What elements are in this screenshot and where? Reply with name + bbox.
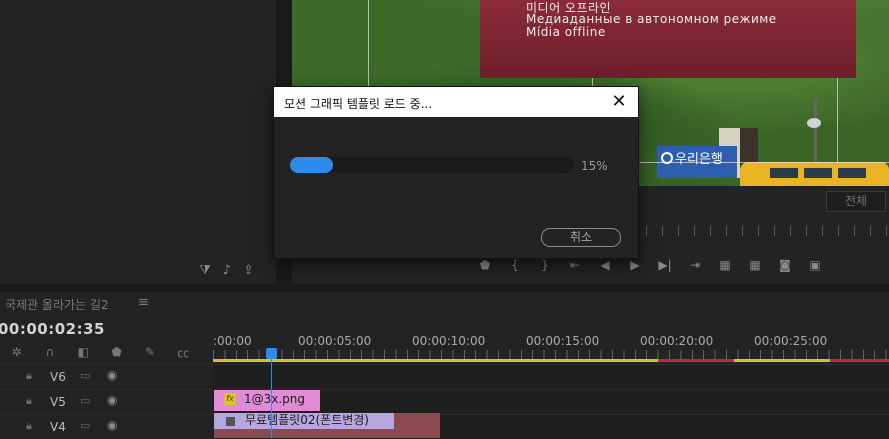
offline-text-pt: Mídia offline	[526, 25, 606, 39]
track-header: 🔒︎ V4 ▭ ◉	[0, 415, 212, 439]
marker-icon[interactable]: ⬟	[470, 258, 500, 272]
captions-icon[interactable]: ㏄	[167, 344, 200, 361]
export-icon[interactable]: ⇪	[243, 263, 254, 278]
track-lane[interactable]	[213, 365, 889, 389]
mark-out-icon[interactable]: }	[530, 258, 560, 272]
bank-sign-text: 우리은행	[675, 152, 723, 167]
mark-in-icon[interactable]: {	[500, 258, 530, 272]
clip-label: 무료템플릿02(폰트변경)	[245, 413, 369, 427]
nest-icon[interactable]: ✲	[0, 345, 33, 359]
track-name[interactable]: V6	[50, 370, 66, 384]
fit-select[interactable]: 전체	[826, 191, 886, 212]
project-panel-tools: ⧩ ♪ ⇪	[199, 263, 254, 278]
extract-icon[interactable]: ▦	[740, 258, 770, 272]
sync-lock-icon[interactable]: ▭	[80, 394, 90, 407]
ruler-label: 00:00:20:00	[640, 334, 714, 348]
dialog-titlebar: 모션 그래픽 템플릿 로드 중... ✕	[274, 87, 638, 117]
track-row-v5: 🔒︎ V5 ▭ ◉	[0, 389, 889, 414]
ruler-label: 00:00:10:00	[412, 334, 486, 348]
progress-fill	[290, 157, 333, 173]
filter-icon[interactable]: ⧩	[199, 263, 211, 278]
linked-selection-icon[interactable]: ◧	[67, 345, 100, 359]
camera-icon[interactable]: ◙	[770, 258, 800, 272]
sync-lock-icon[interactable]: ▭	[80, 419, 90, 432]
monitor-time-ruler[interactable]	[630, 226, 889, 236]
fx-badge-icon: fx	[224, 393, 236, 405]
track-header: 🔒︎ V5 ▭ ◉	[0, 390, 212, 414]
eye-icon[interactable]: ◉	[107, 418, 117, 432]
media-offline-overlay: 미디어 오프라인 Медиаданные в автономном режиме…	[480, 0, 856, 78]
lock-icon[interactable]: 🔒︎	[26, 419, 32, 433]
eye-icon[interactable]: ◉	[107, 393, 117, 407]
graphic-clip-icon	[226, 417, 235, 426]
go-to-out-icon[interactable]: ⇥	[680, 258, 710, 272]
track-row-v4: 🔒︎ V4 ▭ ◉	[0, 414, 889, 439]
clip-label: 1@3x.png	[244, 392, 306, 406]
automate-icon[interactable]: ♪	[223, 263, 231, 278]
timeline-tools: ✲ ∩ ◧ ⬟ ✎ ㏄	[0, 343, 200, 361]
panel-divider[interactable]	[0, 284, 889, 292]
project-panel: ⧩ ♪ ⇪	[0, 0, 276, 284]
sequence-tab[interactable]: 국제관 올라가는 길2	[5, 296, 109, 313]
step-back-icon[interactable]: ◀	[590, 258, 620, 272]
work-area-bar[interactable]	[213, 359, 889, 362]
render-bar	[658, 359, 734, 362]
go-to-in-icon[interactable]: ⇤	[560, 258, 590, 272]
sync-lock-icon[interactable]: ▭	[80, 369, 90, 382]
transport-controls: ⬟ { } ⇤ ◀ ▶ ▶| ⇥ ▦ ▦ ◙ ▣	[470, 255, 889, 275]
track-header: 🔒︎ V6 ▭ ◉	[0, 365, 212, 389]
ruler-label: 00:00:25:00	[754, 334, 828, 348]
eye-icon[interactable]: ◉	[107, 368, 117, 382]
ruler-label: :00:00	[213, 334, 252, 348]
ruler-label: 00:00:15:00	[526, 334, 600, 348]
panel-menu-icon[interactable]: ≡	[138, 295, 149, 310]
lift-icon[interactable]: ▦	[710, 258, 740, 272]
clip-png[interactable]: fx 1@3x.png	[214, 390, 320, 411]
playhead-line	[271, 358, 272, 438]
ruler-label: 00:00:05:00	[298, 334, 372, 348]
button-editor-icon[interactable]: ▣	[800, 258, 830, 272]
track-name[interactable]: V4	[50, 420, 66, 434]
loading-dialog: 모션 그래픽 템플릿 로드 중... ✕ 15% 취소	[274, 87, 638, 258]
settings-wrench-icon[interactable]: ✎	[133, 345, 166, 359]
lock-icon[interactable]: 🔒︎	[26, 369, 32, 383]
offline-text-ru: Медиаданные в автономном режиме	[526, 12, 777, 26]
play-icon[interactable]: ▶	[620, 258, 650, 272]
add-marker-icon[interactable]: ⬟	[100, 345, 133, 359]
dialog-title: 모션 그래픽 템플릿 로드 중...	[284, 97, 433, 111]
track-name[interactable]: V5	[50, 395, 66, 409]
progress-percent: 15%	[581, 159, 608, 173]
lock-icon[interactable]: 🔒︎	[26, 394, 32, 408]
progress-bar	[290, 157, 574, 173]
clip-header: 무료템플릿02(폰트변경)	[214, 413, 394, 429]
cancel-button[interactable]: 취소	[541, 228, 621, 247]
clip-motion-graphics[interactable]: 무료템플릿02(폰트변경)	[214, 413, 440, 438]
playhead-timecode[interactable]: 00:00:02:35	[0, 320, 105, 338]
render-bar	[830, 359, 889, 362]
step-forward-icon[interactable]: ▶|	[650, 258, 680, 272]
bus	[740, 162, 889, 186]
guide-line	[640, 162, 889, 163]
time-ruler-labels: :00:00 00:00:05:00 00:00:10:00 00:00:15:…	[213, 334, 889, 348]
time-ruler[interactable]	[213, 350, 889, 359]
close-icon[interactable]: ✕	[606, 89, 632, 115]
track-row-v6: 🔒︎ V6 ▭ ◉	[0, 364, 889, 389]
snap-icon[interactable]: ∩	[33, 345, 66, 359]
